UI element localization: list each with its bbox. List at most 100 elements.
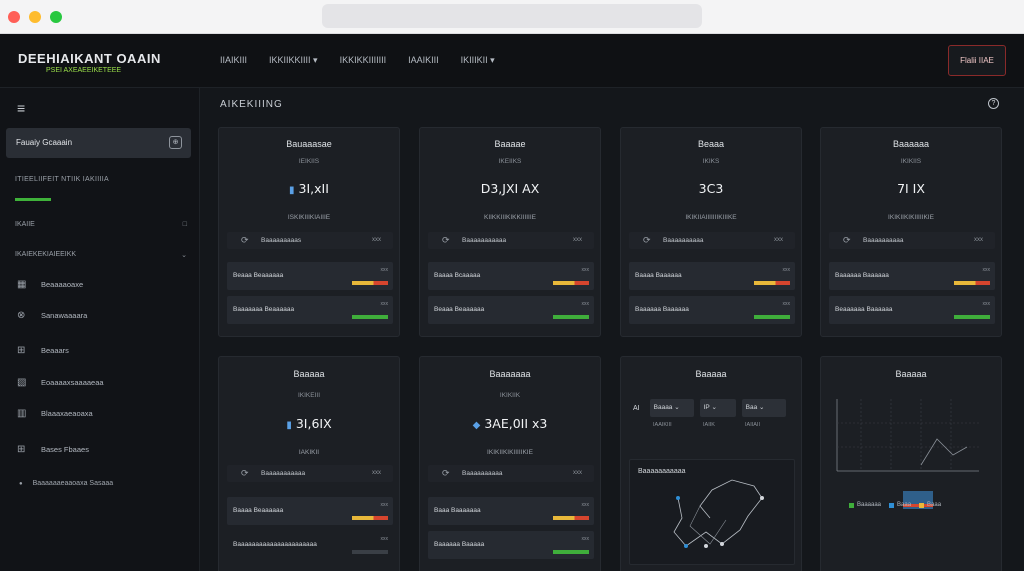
filter-sub-label: IAAIKIII (653, 422, 672, 428)
nav-link-4[interactable]: IAAIKIII (408, 55, 439, 66)
metric-label: Baaaaaa Baaaaaa (835, 272, 889, 279)
card-subtitle: IKIKEIII (297, 392, 321, 399)
filter-select-2[interactable]: IP ⌄ (699, 399, 736, 417)
close-window-icon[interactable] (8, 11, 20, 23)
metric-value: xxx (581, 502, 590, 508)
kpi-card-2: Baaaae IKEIIKS D3,JXI AX KIIKKIIIKIKKIII… (419, 127, 601, 337)
card-strip[interactable]: ⟳ Baaaaaaaaaaa xxx (227, 465, 393, 482)
help-icon[interactable]: ? (988, 98, 999, 109)
nav-link-3[interactable]: IKKIKKIIIIIII (340, 55, 387, 66)
metric-progress-bar (352, 516, 388, 520)
metric-row[interactable]: Baaaa Baaaaaa xxx (629, 262, 795, 290)
legend-swatch (889, 502, 895, 508)
metric-value: xxx (581, 267, 590, 273)
card-value: ◆ 3AE,0II x3 (420, 416, 600, 431)
link-icon: ⟳ (241, 235, 249, 245)
card-strip[interactable]: ⟳ Baaaaaaaaaaa xxx (428, 232, 594, 249)
menu-icon[interactable]: ≡ (17, 101, 25, 115)
card-title: Baaaaa (293, 369, 325, 379)
minimize-window-icon[interactable] (29, 11, 41, 23)
metric-row[interactable]: Beaaaaaa Baaaaaa xxx (829, 296, 995, 324)
brand[interactable]: DEEHIAIKANT OAAIN PSEI AXEAEEIKETEEE (18, 51, 161, 74)
checkbox-icon[interactable]: □ (183, 221, 187, 228)
table-icon: ⊞ (17, 345, 26, 356)
sidebar-item-1[interactable]: ▦ Beaaaaoaxe (17, 278, 187, 292)
metric-row[interactable]: Beaaa Beaaaaaa xxx (428, 296, 594, 324)
metric-row[interactable]: Baaaaaa Baaaaaa xxx (829, 262, 995, 290)
add-icon[interactable]: ⊕ (169, 136, 182, 149)
metric-progress-fill (352, 281, 388, 285)
card-strip[interactable]: ⟳ Baaaaaaaaaa xxx (829, 232, 995, 249)
report-icon: ▧ (17, 377, 27, 388)
nav-link-5-dropdown[interactable]: IKIIIKII ▾ (461, 55, 495, 66)
metric-progress-bar (553, 281, 589, 285)
metric-row[interactable]: Baaaa Bcaaaaa xxx (428, 262, 594, 290)
metric-progress-fill (954, 315, 990, 319)
card-strip[interactable]: ⟳ Baaaaaaaaaa xxx (428, 465, 594, 482)
metric-row[interactable]: Baaaaaa Baaaaa xxx (428, 531, 594, 559)
card-subtitle: IKIKS (702, 158, 720, 165)
sidebar-item-6[interactable]: ⊞ Bases Fbaaes (17, 443, 187, 457)
card-subtitle: IKEIIKS (498, 158, 522, 165)
scatter-chart (836, 399, 979, 509)
metric-progress-fill (352, 315, 388, 319)
card-strip-label: Baaaaaaaaaa (663, 237, 704, 244)
sidebar-item-3[interactable]: ⊞ Beaaars (17, 344, 187, 358)
chevron-down-icon[interactable]: ⌄ (181, 251, 187, 259)
legend-item: Baaa (889, 502, 911, 508)
metric-progress-bar (352, 550, 388, 554)
chart-legend: Baaaaaa Baaa Baaa (849, 502, 941, 508)
card-strip-value: xxx (573, 237, 582, 243)
sidebar-row[interactable]: IKAIIE □ (15, 221, 187, 228)
card-strip-label: Baaaaaaaaaa (863, 237, 904, 244)
card-title: Baaaaaa (892, 139, 930, 149)
nav-action-button[interactable]: Flalii IIAE (948, 45, 1006, 76)
metric-row[interactable]: Beaaa Beaaaaaa xxx (227, 262, 393, 290)
sidebar-item-4[interactable]: ▧ Eoaaaaxsaaaaeaa (17, 376, 187, 390)
list-icon: ▥ (17, 408, 27, 419)
sidebar-row-label: IKAIEKEKIAIEEIKK (15, 251, 77, 258)
page-title: AIKEKIIING (220, 99, 283, 110)
card-strip[interactable]: ⟳ Baaaaaaaaas xxx (227, 232, 393, 249)
sidebar-item-label: Eoaaaaxsaaaaeaa (41, 378, 104, 387)
metric-row[interactable]: Baaaa Beaaaaaa xxx (227, 497, 393, 525)
maximize-window-icon[interactable] (50, 11, 62, 23)
card-strip-value: xxx (774, 237, 783, 243)
metric-progress-bar (754, 315, 790, 319)
link-icon: ⟳ (442, 235, 450, 245)
sidebar-item-label: Beaaaaoaxe (41, 280, 84, 289)
filter-select-3[interactable]: Baa ⌄ (741, 399, 786, 417)
grid-alt-icon: ⊞ (17, 444, 26, 455)
card-strip-label: Baaaaaaaaas (261, 237, 302, 244)
card-value-text: 3C3 (698, 181, 724, 196)
address-bar[interactable] (322, 4, 702, 28)
nav-link-1[interactable]: IIAIKIII (220, 55, 247, 66)
card-subtitle: IKIKIIK (499, 392, 521, 399)
filter-sub-label: IAIIAII (745, 422, 760, 428)
grid-icon: ▦ (17, 279, 27, 290)
sidebar-item-label: Beaaars (41, 346, 69, 355)
metric-progress-fill (553, 281, 589, 285)
value-marker-icon: ◆ (472, 420, 481, 431)
metric-label: Baaaaaaa Beaaaaaa (233, 306, 295, 313)
metric-row[interactable]: Baaaaaaaaaaaaaaaaaaaaaa xxx (227, 531, 393, 559)
metric-row[interactable]: Baaaaaa Baaaaaa xxx (629, 296, 795, 324)
metric-row[interactable]: Baaaaaaa Beaaaaaa xxx (227, 296, 393, 324)
metric-progress-fill (754, 281, 790, 285)
card-caption: IAKIKII (298, 449, 320, 456)
sidebar-bottom-item[interactable]: ● Baaaaaaeaaoaxa Sasaaa (19, 480, 113, 487)
sidebar-item-5[interactable]: ▥ Blaaaxaeaoaxa (17, 407, 187, 421)
sidebar-item-2[interactable]: ⊗ Sanawaaaara (17, 309, 187, 323)
sidebar-collapsible-row[interactable]: IKAIEKEKIAIEEIKK ⌄ (15, 251, 187, 259)
filter-card: Baaaaa AI Baaaa ⌄ IP ⌄ Baa ⌄ IAAIKIII IA… (620, 356, 802, 571)
card-value-text: 3I,xII (298, 181, 329, 196)
nav-link-2-dropdown[interactable]: IKKIIKKIIII ▾ (269, 55, 318, 66)
metric-value: xxx (581, 301, 590, 307)
metric-progress-bar (954, 315, 990, 319)
metric-row[interactable]: Baaa Baaaaaaa xxx (428, 497, 594, 525)
legend-label: Baaa (927, 502, 942, 508)
filter-select-1[interactable]: Baaaa ⌄ (649, 399, 694, 417)
sidebar-bottom-label: Baaaaaaeaaoaxa Sasaaa (32, 480, 114, 487)
sidebar-active-item[interactable]: Fauaiy Gcaaain ⊕ (6, 128, 191, 158)
card-strip[interactable]: ⟳ Baaaaaaaaaa xxx (629, 232, 795, 249)
